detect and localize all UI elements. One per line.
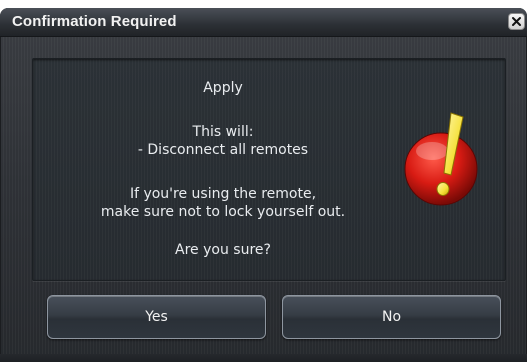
- yes-button-label: Yes: [145, 309, 168, 325]
- close-icon: [512, 17, 521, 26]
- message-panel: Apply This will: - Disconnect all remote…: [32, 58, 506, 281]
- warning-exclamation-icon: [404, 112, 478, 206]
- title-bar: Confirmation Required: [0, 8, 527, 37]
- yes-button[interactable]: Yes: [47, 295, 266, 339]
- close-button[interactable]: [508, 13, 525, 30]
- message-line: If you're using the remote,: [129, 186, 317, 202]
- message-question: Are you sure?: [175, 242, 271, 258]
- message-line: - Disconnect all remotes: [137, 142, 309, 158]
- message-line: This will:: [192, 124, 254, 140]
- confirmation-dialog: Confirmation Required Apply This will: -…: [0, 8, 527, 362]
- message-line: make sure not to lock yourself out.: [100, 204, 346, 220]
- message-heading: Apply: [203, 80, 243, 96]
- dialog-title: Confirmation Required: [12, 13, 177, 30]
- dialog-bottom-edge: [0, 354, 527, 362]
- no-button[interactable]: No: [282, 295, 501, 339]
- no-button-label: No: [381, 309, 402, 325]
